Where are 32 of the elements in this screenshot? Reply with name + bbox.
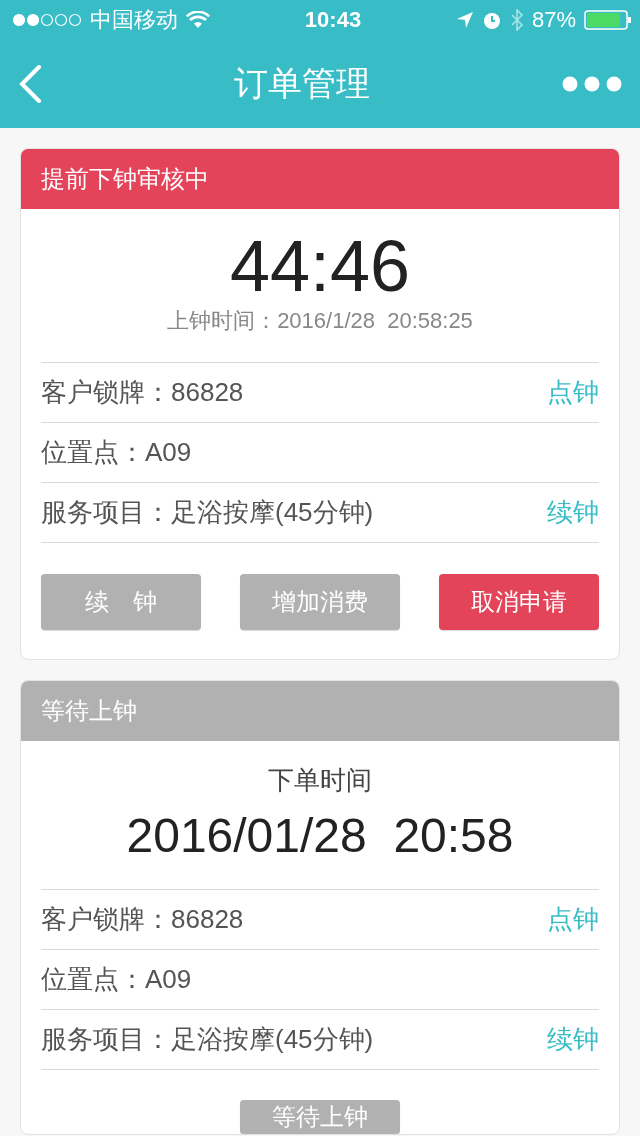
battery-percent: 87%: [531, 7, 576, 33]
back-icon[interactable]: [18, 65, 42, 103]
wifi-icon: [186, 11, 210, 29]
info-text: 服务项目：足浴按摩(45分钟): [41, 1023, 374, 1056]
bluetooth-icon: [509, 9, 524, 31]
start-time: 上钟时间：2016/1/28 20:58:25: [167, 307, 473, 336]
status-header: 提前下钟审核中: [21, 149, 619, 209]
info-text: 服务项目：足浴按摩(45分钟): [41, 496, 374, 530]
status-header: 等待上钟: [21, 681, 619, 742]
countdown-timer: 44:46: [229, 227, 411, 307]
alarm-clock-icon: [481, 10, 502, 30]
more-icon[interactable]: [562, 76, 622, 92]
signal-icon: [12, 13, 82, 27]
action-button[interactable]: 取消申请: [439, 574, 599, 631]
info-text: 客户锁牌：86828: [41, 903, 244, 936]
battery-icon: [584, 10, 632, 30]
info-text: 客户锁牌：86828: [41, 376, 244, 410]
action-link[interactable]: 续钟: [547, 1022, 599, 1057]
order-time-label: 下单时间: [268, 764, 372, 798]
info-text: 位置点：A09: [41, 436, 192, 470]
clock-time: 10:43: [304, 7, 362, 33]
action-link[interactable]: 点钟: [547, 375, 599, 411]
order-time: 2016/01/28 20:58: [126, 810, 514, 863]
location-arrow-icon: [455, 11, 474, 29]
page-title: 订单管理: [234, 63, 370, 104]
action-link[interactable]: 续钟: [547, 495, 599, 531]
carrier-name: 中国移动: [90, 6, 178, 34]
action-button[interactable]: 等待上钟: [240, 1100, 400, 1134]
action-button[interactable]: 续 钟: [41, 574, 201, 631]
action-link[interactable]: 点钟: [547, 902, 599, 937]
info-text: 位置点：A09: [41, 963, 192, 996]
action-button[interactable]: 增加消费: [240, 574, 400, 631]
